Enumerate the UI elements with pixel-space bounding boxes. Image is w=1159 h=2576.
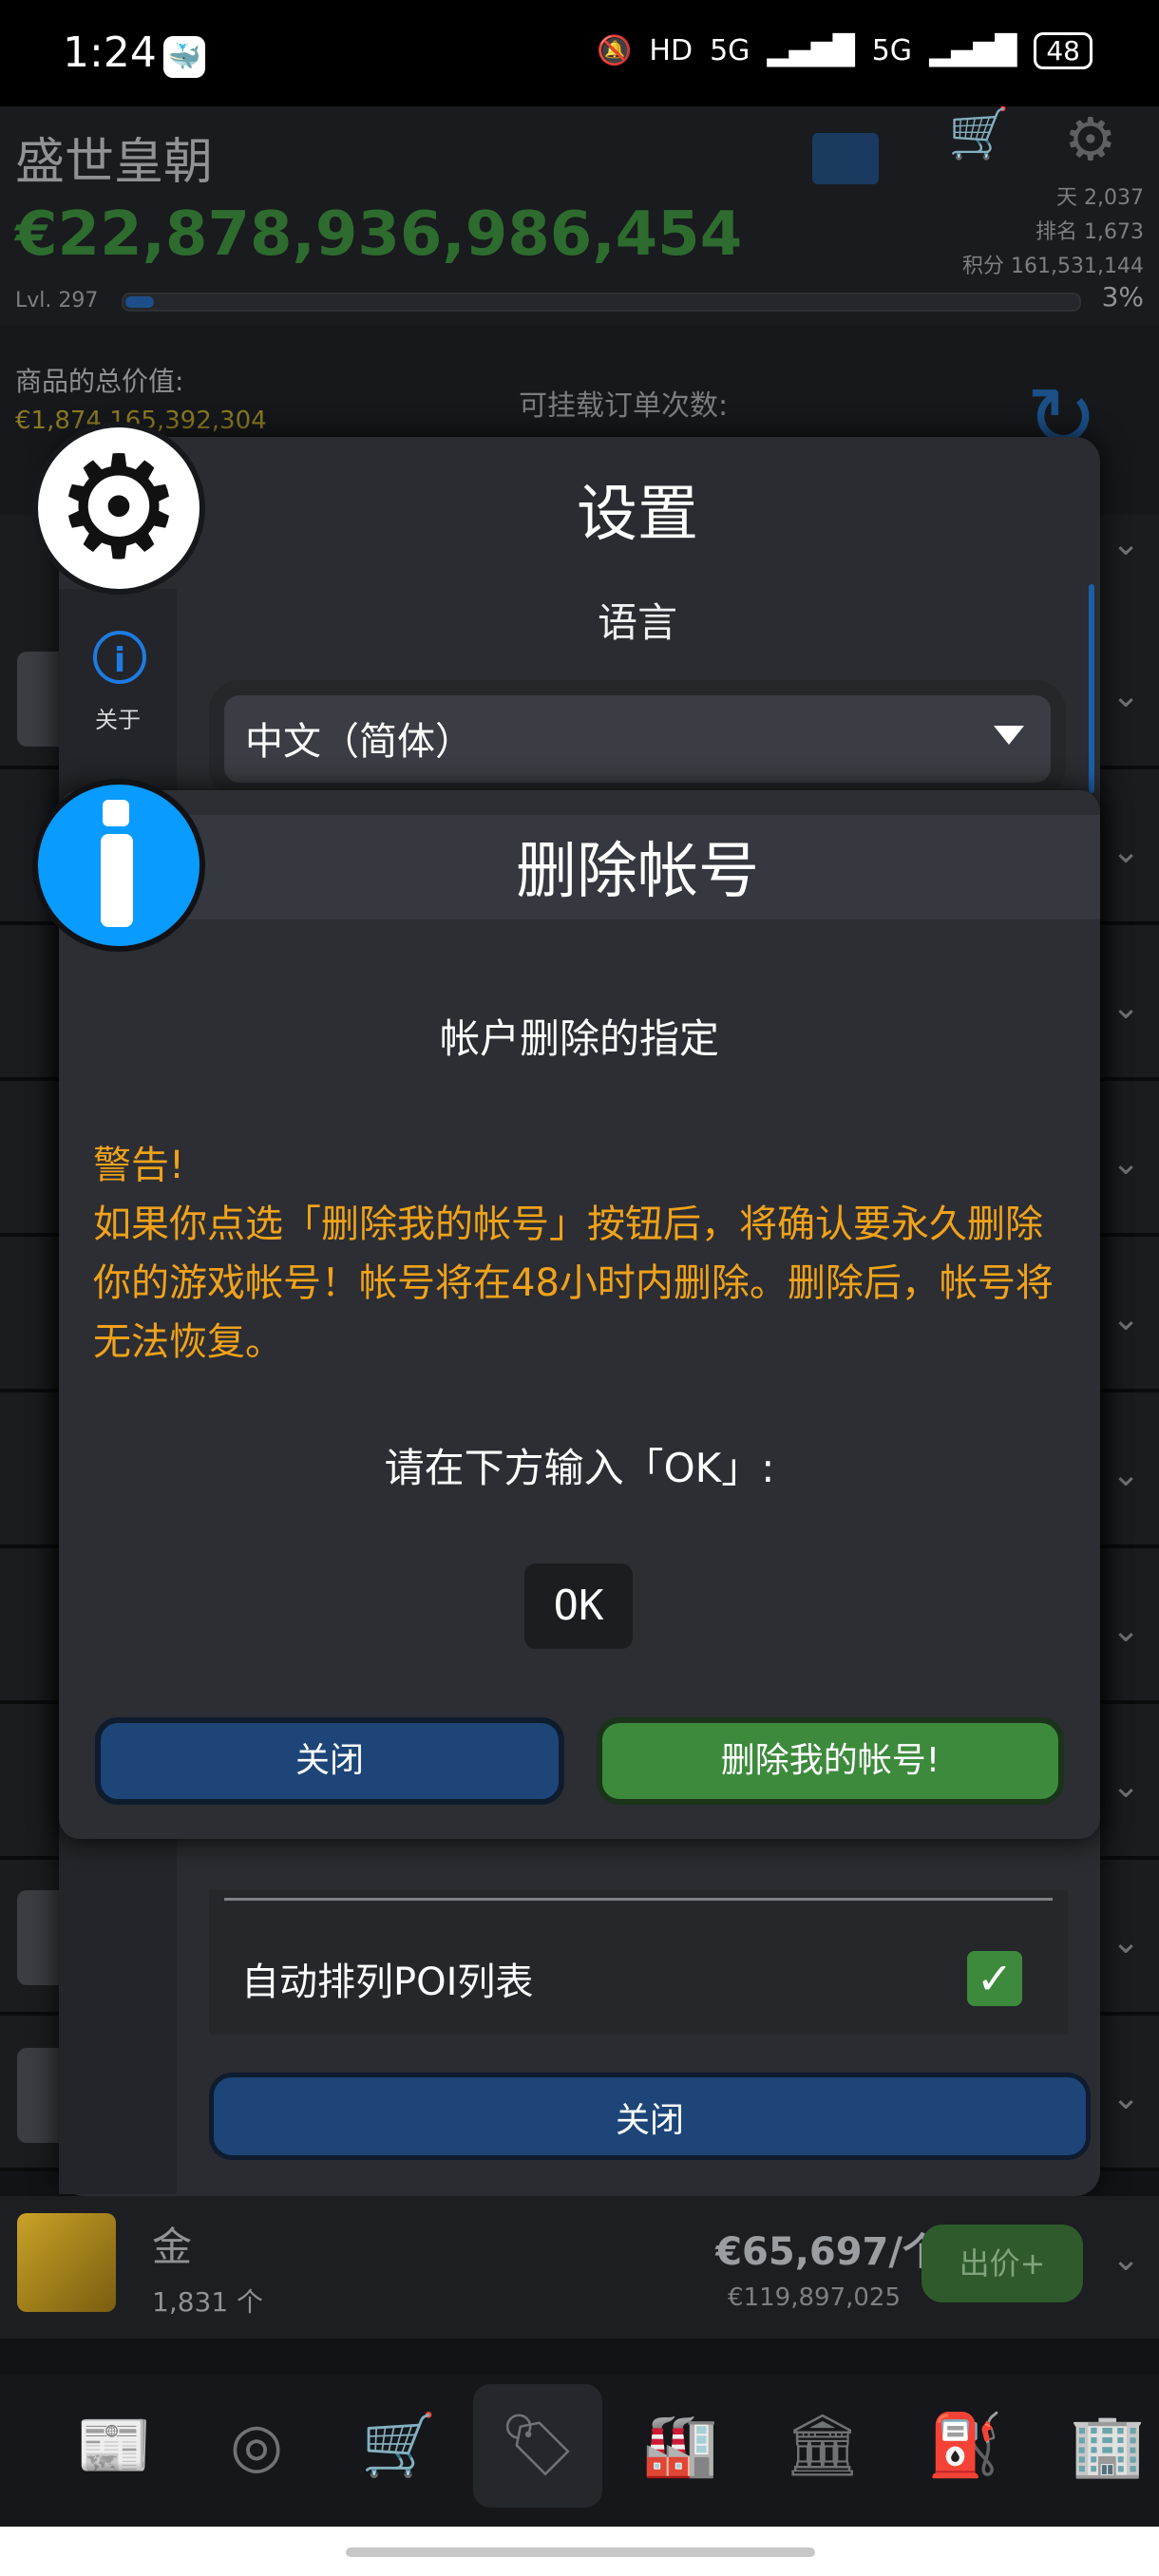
chevron-down-icon[interactable]: ⌄ <box>1112 1767 1140 1806</box>
signal-icon-2: ▂▄▆█ <box>929 34 1017 67</box>
delete-account-button[interactable]: 删除我的帐号! <box>597 1717 1064 1805</box>
chevron-down-icon[interactable]: ⌄ <box>1112 832 1140 871</box>
dropdown-arrow-icon[interactable] <box>994 726 1024 745</box>
item-price: €65,697/个 <box>715 2230 940 2274</box>
days-stat: 天 2,037 <box>1056 186 1144 210</box>
chevron-down-icon[interactable]: ⌄ <box>1112 524 1140 563</box>
delete-dialog-subtitle: 帐户删除的指定 <box>439 1015 719 1062</box>
settings-gear-icon[interactable]: ⚙ <box>1064 104 1117 174</box>
network-label-2: 5G <box>871 34 913 67</box>
delete-dialog-title: 删除帐号 <box>516 837 759 907</box>
clock: 1:24 <box>63 28 157 77</box>
chevron-down-icon[interactable]: ⌄ <box>1112 2240 1140 2279</box>
confirm-input[interactable] <box>524 1563 633 1649</box>
close-button[interactable]: 关闭 <box>95 1717 564 1805</box>
info-icon-bar <box>101 834 133 927</box>
radar-icon[interactable]: ◎ <box>192 2384 321 2508</box>
info-icon-dot <box>103 800 129 826</box>
app-notification-icon: 🐳 <box>163 36 205 78</box>
level-label: Lvl. 297 <box>15 289 99 313</box>
logistics-icon[interactable]: 🛒 <box>334 2384 464 2508</box>
balance: €22,878,936,986,454 <box>15 199 743 270</box>
warning-title: 警告! <box>93 1144 185 1187</box>
oil-pump-icon[interactable]: ⛽ <box>901 2384 1030 2508</box>
network-label: 5G <box>710 34 750 67</box>
points-stat: 积分 161,531,144 <box>962 255 1144 278</box>
settings-title: 设置 <box>577 480 698 550</box>
factory-icon[interactable]: 🏭 <box>616 2384 745 2508</box>
level-progress-bar <box>122 293 1081 312</box>
cart-icon[interactable]: 🛒 <box>948 104 1010 162</box>
battery-icon: 48 <box>1034 32 1092 69</box>
rank-stat: 排名 1,673 <box>1036 220 1144 244</box>
status-icons: 🔕 HD 5G ▂▄▆█ 5G ▂▄▆█ 48 <box>597 32 1092 69</box>
about-tab-label[interactable]: 关于 <box>59 701 177 734</box>
orders-label: 可挂载订单次数: <box>519 389 729 423</box>
level-progress-fill <box>125 296 154 308</box>
settings-close-button[interactable]: 关闭 <box>209 2073 1091 2160</box>
chevron-down-icon[interactable]: ⌄ <box>1112 676 1140 715</box>
bid-button[interactable]: 出价+ <box>922 2225 1083 2302</box>
settings-gear-icon: ⚙ <box>32 422 205 595</box>
chevron-down-icon[interactable]: ⌄ <box>1112 1923 1140 1961</box>
divider <box>224 1898 1053 1901</box>
chevron-down-icon[interactable]: ⌄ <box>1112 2078 1140 2117</box>
news-icon[interactable]: 📰 <box>49 2384 179 2508</box>
city-icon[interactable]: 🏢 <box>1043 2384 1159 2508</box>
goods-value-label: 商品的总价值: <box>15 366 184 397</box>
language-value[interactable]: 中文（简体） <box>245 710 473 766</box>
poi-sort-label: 自动排列POI列表 <box>241 1960 534 2004</box>
mail-icon[interactable] <box>812 133 879 184</box>
chevron-down-icon[interactable]: ⌄ <box>1112 1611 1140 1650</box>
signal-icon: ▂▄▆█ <box>767 34 855 67</box>
chevron-down-icon[interactable]: ⌄ <box>1112 1299 1140 1338</box>
level-progress-text: 3% <box>1101 281 1144 313</box>
warning-body: 如果你点选「删除我的帐号」按钮后，将确认要永久删除你的游戏帐号！帐号将在48小时… <box>93 1203 1054 1364</box>
poi-sort-checkbox[interactable]: ✓ <box>967 1951 1022 2006</box>
chevron-down-icon[interactable]: ⌄ <box>1112 1144 1140 1183</box>
mute-icon: 🔕 <box>597 34 633 67</box>
trade-icon[interactable]: 🏷 <box>473 2384 602 2508</box>
home-indicator[interactable] <box>346 2548 815 2557</box>
chevron-down-icon[interactable]: ⌄ <box>1112 1455 1140 1494</box>
info-icon[interactable]: i <box>93 631 146 684</box>
chevron-down-icon[interactable]: ⌄ <box>1112 988 1140 1027</box>
item-name: 金 <box>152 2224 193 2270</box>
item-quantity: 1,831 个 <box>152 2286 264 2318</box>
language-label: 语言 <box>597 599 677 646</box>
ok-instruction: 请在下方输入「OK」: <box>384 1445 775 1491</box>
warning-text: 警告! 如果你点选「删除我的帐号」按钮后，将确认要永久删除你的游戏帐号！帐号将在… <box>93 1136 1072 1372</box>
empire-name: 盛世皇朝 <box>15 134 214 191</box>
item-total: €119,897,025 <box>728 2283 901 2312</box>
bank-icon[interactable]: 🏛 <box>758 2384 887 2508</box>
gold-thumbnail <box>17 2213 116 2312</box>
hd-icon: HD <box>649 34 694 67</box>
